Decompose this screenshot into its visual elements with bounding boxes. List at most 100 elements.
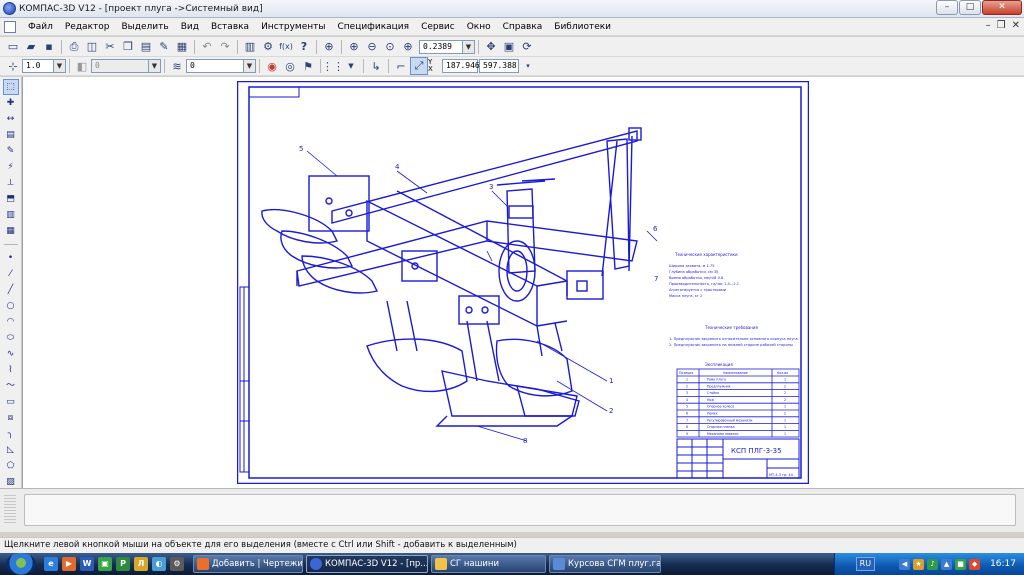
grid-icon[interactable]: ⋮⋮ bbox=[322, 58, 344, 74]
quicklaunch-app-icon[interactable]: Р bbox=[116, 557, 130, 571]
style-field[interactable]: 0 bbox=[186, 59, 244, 73]
step-field[interactable]: 1.0 bbox=[22, 59, 54, 73]
toolbar-overflow-icon[interactable]: ▾ bbox=[520, 58, 536, 74]
start-button[interactable] bbox=[6, 553, 36, 575]
save-icon[interactable]: ▪ bbox=[41, 39, 57, 55]
coord-x-field[interactable]: 187.946 bbox=[442, 59, 480, 73]
geometry-panel-icon[interactable]: ✚ bbox=[4, 96, 18, 110]
polyline-tool-icon[interactable]: ⌇ bbox=[4, 363, 18, 377]
new-icon[interactable]: ▭ bbox=[5, 39, 21, 55]
grid-dropdown-icon[interactable]: ▼ bbox=[343, 58, 359, 74]
local-snap-icon[interactable]: ◎ bbox=[282, 58, 298, 74]
style-dropdown-arrow-icon[interactable]: ▼ bbox=[244, 59, 256, 73]
step-dropdown-arrow-icon[interactable]: ▼ bbox=[54, 59, 66, 73]
drawing-sheet[interactable]: 5 4 3 6 7 1 2 8 Технические характеристи… bbox=[237, 81, 809, 484]
zoom-window-icon[interactable]: ▣ bbox=[501, 39, 517, 55]
coord-y-field[interactable]: 597.388 bbox=[479, 59, 519, 73]
measure-panel-icon[interactable]: ⟂ bbox=[4, 176, 18, 190]
quicklaunch-app-icon[interactable]: e bbox=[44, 557, 58, 571]
snap-magnet-icon[interactable]: ◉ bbox=[264, 58, 280, 74]
minimize-button[interactable]: – bbox=[936, 0, 958, 15]
arc-tool-icon[interactable]: ◠ bbox=[4, 315, 18, 329]
snap-settings-icon[interactable]: ⚑ bbox=[300, 58, 316, 74]
tray-app-icon[interactable]: ◆ bbox=[969, 558, 981, 570]
help-icon[interactable]: ? bbox=[296, 39, 312, 55]
open-icon[interactable]: ▰ bbox=[23, 39, 39, 55]
maximize-button[interactable]: □ bbox=[959, 0, 981, 15]
task-kompas[interactable]: КОМПАС-3D V12 - [пр... bbox=[306, 555, 428, 573]
manager-icon[interactable]: ▥ bbox=[242, 39, 258, 55]
ortho-icon[interactable]: ⌐ bbox=[393, 58, 409, 74]
local-cs-icon[interactable]: ↳ bbox=[368, 58, 384, 74]
task-document[interactable]: Курсова СГМ плуг.га... bbox=[549, 555, 661, 573]
parametrization-panel-icon[interactable]: ⚡ bbox=[4, 160, 18, 174]
document-icon[interactable] bbox=[4, 20, 16, 33]
quicklaunch-app-icon[interactable]: ▶ bbox=[62, 557, 76, 571]
pan-icon[interactable]: ✥ bbox=[483, 39, 499, 55]
task-folder[interactable]: СГ нашини bbox=[431, 555, 546, 573]
layer-field[interactable]: 0 bbox=[91, 59, 149, 73]
menu-editor[interactable]: Редактор bbox=[59, 22, 116, 32]
contour-tool-icon[interactable]: ⬠ bbox=[4, 459, 18, 473]
quicklaunch-app-icon[interactable]: W bbox=[80, 557, 94, 571]
cut-icon[interactable]: ✂ bbox=[102, 39, 118, 55]
close-button[interactable]: ✕ bbox=[982, 0, 1022, 15]
associative-views-icon[interactable]: ▥ bbox=[4, 208, 18, 222]
menu-view[interactable]: Вид bbox=[175, 22, 205, 32]
fx-icon[interactable]: f(x) bbox=[278, 39, 294, 55]
layers-icon[interactable]: ≋ bbox=[169, 58, 185, 74]
undo-icon[interactable]: ↶ bbox=[199, 39, 215, 55]
menu-tools[interactable]: Инструменты bbox=[255, 22, 331, 32]
bezier-tool-icon[interactable]: 〜 bbox=[4, 379, 18, 393]
tray-app-icon[interactable]: ▲ bbox=[941, 558, 953, 570]
doc-close-button[interactable]: ✕ bbox=[1012, 20, 1020, 31]
quicklaunch-app-icon[interactable]: ⚙ bbox=[170, 557, 184, 571]
rectangle-tool-icon[interactable]: ▭ bbox=[4, 395, 18, 409]
ellipse-tool-icon[interactable]: ⬭ bbox=[4, 331, 18, 345]
round-coords-icon[interactable]: ⤢ bbox=[410, 57, 428, 75]
circle-tool-icon[interactable]: ○ bbox=[4, 299, 18, 313]
doc-restore-button[interactable]: ❐ bbox=[997, 20, 1006, 31]
quicklaunch-app-icon[interactable]: Л bbox=[134, 557, 148, 571]
zoom-scale-icon[interactable]: ⊙ bbox=[382, 39, 398, 55]
doc-minimize-button[interactable]: – bbox=[986, 20, 991, 31]
tray-app-icon[interactable]: ★ bbox=[913, 558, 925, 570]
spline-tool-icon[interactable]: ∿ bbox=[4, 347, 18, 361]
equidistant-tool-icon[interactable]: ⧈ bbox=[4, 411, 18, 425]
format-painter-icon[interactable]: ✎ bbox=[156, 39, 172, 55]
copy-icon[interactable]: ❐ bbox=[120, 39, 136, 55]
menu-help[interactable]: Справка bbox=[497, 22, 549, 32]
chamfer-tool-icon[interactable]: ◺ bbox=[4, 443, 18, 457]
redo-icon[interactable]: ↷ bbox=[217, 39, 233, 55]
print-preview-icon[interactable]: ◫ bbox=[84, 39, 100, 55]
quicklaunch-app-icon[interactable]: ◐ bbox=[152, 557, 166, 571]
drawing-canvas[interactable]: 5 4 3 6 7 1 2 8 Технические характеристи… bbox=[22, 77, 1024, 488]
point-tool-icon[interactable]: • bbox=[4, 251, 18, 265]
language-indicator[interactable]: RU bbox=[855, 557, 876, 571]
selection-panel-icon[interactable]: ⬒ bbox=[4, 192, 18, 206]
edit-panel-icon[interactable]: ✎ bbox=[4, 144, 18, 158]
print-icon[interactable]: ⎙ bbox=[66, 39, 82, 55]
zoom-field[interactable]: 0.2389 bbox=[419, 39, 463, 54]
symbols-panel-icon[interactable]: ▤ bbox=[4, 128, 18, 142]
menu-specification[interactable]: Спецификация bbox=[331, 22, 415, 32]
property-panel-area[interactable] bbox=[24, 494, 1016, 526]
menu-window[interactable]: Окно bbox=[461, 22, 497, 32]
menu-select[interactable]: Выделить bbox=[115, 22, 174, 32]
segment-tool-icon[interactable]: ╱ bbox=[4, 283, 18, 297]
zoom-dropdown-arrow-icon[interactable]: ▼ bbox=[463, 39, 475, 54]
clock[interactable]: 16:17 bbox=[990, 559, 1016, 569]
task-browser[interactable]: Добавить | Чертежи ... bbox=[193, 555, 303, 573]
hatch-tool-icon[interactable]: ▨ bbox=[4, 475, 18, 489]
paste-icon[interactable]: ▤ bbox=[138, 39, 154, 55]
fillet-tool-icon[interactable]: ╮ bbox=[4, 427, 18, 441]
tray-app-icon[interactable]: ◀ bbox=[899, 558, 911, 570]
menu-libraries[interactable]: Библиотеки bbox=[548, 22, 617, 32]
zoom-out-icon[interactable]: ⊖ bbox=[364, 39, 380, 55]
select-tool-icon[interactable]: ⬚ bbox=[2, 79, 19, 95]
aux-line-tool-icon[interactable]: ⁄ bbox=[4, 267, 18, 281]
menu-service[interactable]: Сервис bbox=[415, 22, 461, 32]
snap-step-icon[interactable]: ⊹ bbox=[5, 58, 21, 74]
tray-app-icon[interactable]: ■ bbox=[955, 558, 967, 570]
dimensions-panel-icon[interactable]: ↔ bbox=[4, 112, 18, 126]
